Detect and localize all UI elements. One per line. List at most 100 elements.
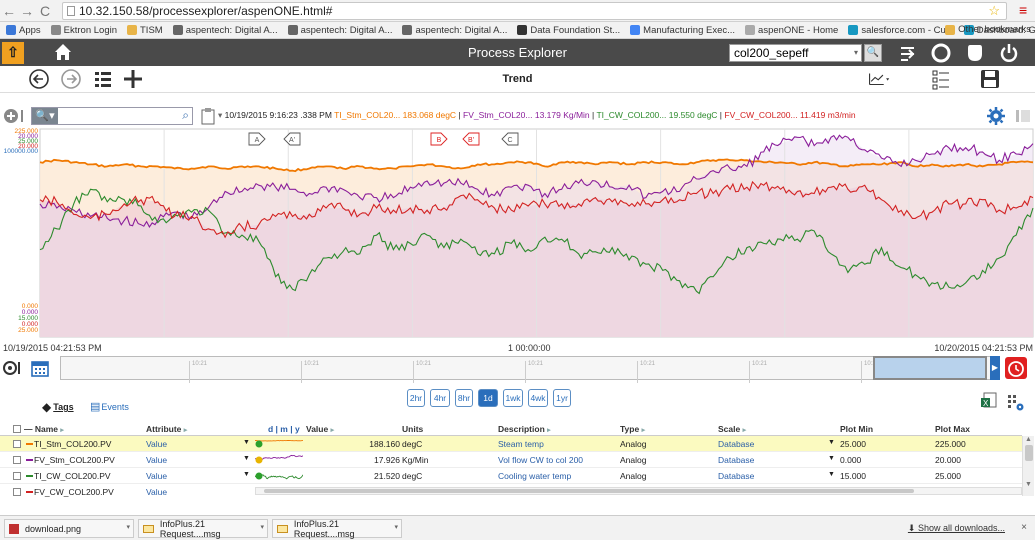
- header-plot-min[interactable]: Plot Min: [840, 424, 873, 434]
- tab-tags[interactable]: ◆ Tags: [42, 400, 74, 414]
- timeline-right-arrow[interactable]: ▶: [990, 356, 1000, 380]
- download-item[interactable]: InfoPlus.21 Request....msg ▾: [138, 519, 268, 539]
- live-mode-icon[interactable]: [2, 359, 22, 377]
- chevron-down-icon[interactable]: ▼: [243, 471, 250, 478]
- excel-export-icon[interactable]: X: [980, 392, 998, 410]
- row-description[interactable]: Steam temp: [498, 439, 544, 449]
- trend-chart[interactable]: 225.000 20.000 25.000 20.000 100000.000 0.000…: [0, 125, 1035, 340]
- header-description[interactable]: Description ▸: [498, 424, 551, 434]
- add-icon[interactable]: [122, 68, 144, 90]
- bookmark-item[interactable]: salesforce.com - Cu...: [848, 25, 954, 36]
- trace-color-swatch[interactable]: [26, 475, 33, 477]
- row-scale[interactable]: Database: [718, 471, 754, 481]
- browser-menu-icon[interactable]: ≡: [1019, 2, 1033, 18]
- row-checkbox[interactable]: [13, 472, 21, 480]
- bookmark-item[interactable]: aspentech: Digital A...: [287, 25, 392, 36]
- tag-search-select[interactable]: col200_sepeff ▾: [729, 44, 862, 62]
- row-attribute[interactable]: Value: [146, 439, 167, 449]
- address-bar[interactable]: 10.32.150.58/processexplorer/aspenONE.ht…: [62, 2, 1007, 20]
- user-icon[interactable]: [964, 42, 986, 64]
- chevron-down-icon[interactable]: ▾: [126, 523, 130, 531]
- bookmark-item[interactable]: TISM: [127, 25, 163, 36]
- chart-type-icon[interactable]: [868, 68, 890, 90]
- chevron-down-icon[interactable]: ▾: [260, 523, 264, 531]
- header-name[interactable]: — Name ▸: [24, 424, 64, 434]
- bookmark-item[interactable]: aspentech: Digital A...: [402, 25, 507, 36]
- logout-arrow-icon[interactable]: [897, 42, 919, 64]
- download-item[interactable]: download.png ▾: [4, 519, 134, 538]
- column-settings-icon[interactable]: [1006, 392, 1026, 412]
- add-trace-icon[interactable]: [2, 107, 28, 125]
- bookmark-item[interactable]: aspenONE - Home: [745, 25, 838, 36]
- header-type[interactable]: Type ▸: [620, 424, 645, 434]
- search-icon[interactable]: ⌕: [182, 108, 189, 123]
- legend-entry[interactable]: TI_CW_COL200... 19.550 degC: [596, 110, 717, 120]
- scroll-thumb[interactable]: [1024, 445, 1033, 461]
- help-lifebuoy-icon[interactable]: [930, 42, 952, 64]
- header-dmy[interactable]: d | m | y: [268, 424, 300, 434]
- trace-color-swatch[interactable]: [26, 491, 33, 493]
- legend-entry[interactable]: FV_CW_COL200... 11.419 m3/min: [724, 110, 855, 120]
- trace-color-swatch[interactable]: [26, 459, 33, 461]
- bookmark-item[interactable]: Manufacturing Exec...: [630, 25, 735, 36]
- chevron-down-icon[interactable]: ▼: [828, 455, 835, 462]
- chevron-down-icon[interactable]: ▼: [243, 455, 250, 462]
- back-arrow-icon[interactable]: ←: [0, 3, 18, 19]
- table-row[interactable]: TI_Stm_COL200.PV Value degC Steam temp Analo…: [0, 436, 1022, 452]
- row-attribute[interactable]: Value: [146, 471, 167, 481]
- header-attribute[interactable]: Attribute ▸: [146, 424, 187, 434]
- settings-gear-icon[interactable]: [986, 106, 1006, 126]
- search-icon[interactable]: 🔍: [864, 44, 882, 62]
- header-units[interactable]: Units: [402, 424, 423, 434]
- table-row[interactable]: FV_Stm_COL200.PV Value Kg/Min Vol flow CW t…: [0, 452, 1022, 468]
- row-scale[interactable]: Database: [718, 455, 754, 465]
- chevron-down-icon[interactable]: ▾: [394, 523, 398, 531]
- close-downloads-icon[interactable]: ×: [1021, 522, 1027, 533]
- panel-toggle-icon[interactable]: [1014, 108, 1032, 124]
- table-row[interactable]: TI_CW_COL200.PV Value degC Cooling water te…: [0, 468, 1022, 484]
- row-attribute[interactable]: Value: [146, 487, 167, 497]
- row-description[interactable]: Cooling water temp: [498, 471, 571, 481]
- scroll-down-icon[interactable]: ▼: [1023, 481, 1034, 488]
- reload-icon[interactable]: C: [36, 3, 54, 19]
- list-icon[interactable]: [92, 68, 114, 90]
- chevron-down-icon[interactable]: ▼: [828, 439, 835, 446]
- chevron-down-icon[interactable]: ▼: [243, 439, 250, 446]
- timeline-track[interactable]: 10:21 10:21 10:21 10:21 10:21 10:21 10:21: [60, 356, 1000, 383]
- row-attribute[interactable]: Value: [146, 455, 167, 465]
- row-description[interactable]: Vol flow CW to col 200: [498, 455, 583, 465]
- scroll-thumb[interactable]: [264, 489, 914, 493]
- bookmark-item[interactable]: Apps: [6, 25, 41, 36]
- other-bookmarks[interactable]: Other bookmarks: [945, 24, 1031, 35]
- trace-color-swatch[interactable]: [26, 443, 33, 445]
- bookmark-item[interactable]: Data Foundation St...: [517, 25, 620, 36]
- select-all-checkbox[interactable]: [13, 425, 21, 433]
- save-icon[interactable]: [979, 68, 1001, 90]
- tab-events[interactable]: ▤ Events: [90, 400, 129, 413]
- header-scale[interactable]: Scale ▸: [718, 424, 746, 434]
- bookmark-item[interactable]: Ektron Login: [50, 25, 117, 36]
- chevron-down-icon[interactable]: ▼: [828, 471, 835, 478]
- clipboard-icon[interactable]: [200, 107, 216, 125]
- chevron-down-icon[interactable]: ▾: [218, 110, 225, 120]
- download-item[interactable]: InfoPlus.21 Request....msg ▾: [272, 519, 402, 539]
- header-plot-max[interactable]: Plot Max: [935, 424, 970, 434]
- timeline-selection-window[interactable]: [873, 356, 987, 380]
- row-scale[interactable]: Database: [718, 439, 754, 449]
- clock-alarm-icon[interactable]: [1005, 357, 1027, 379]
- upload-icon[interactable]: ⇧: [2, 41, 24, 64]
- bookmark-star-icon[interactable]: ☆: [988, 3, 1000, 19]
- bookmark-item[interactable]: aspentech: Digital A...: [172, 25, 278, 36]
- table-horizontal-scrollbar[interactable]: [255, 487, 1022, 495]
- home-icon[interactable]: [52, 41, 74, 63]
- checklist-icon[interactable]: [930, 68, 952, 90]
- calendar-icon[interactable]: [30, 358, 50, 378]
- show-all-downloads-link[interactable]: ⬇ Show all downloads...: [908, 523, 1005, 534]
- scroll-up-icon[interactable]: ▲: [1023, 436, 1034, 443]
- forward-arrow-icon[interactable]: →: [18, 3, 36, 19]
- search-dropdown-icon[interactable]: 🔍▾: [32, 108, 58, 124]
- legend-entry[interactable]: TI_Stm_COL20... 183.068 degC: [334, 110, 456, 120]
- trend-chart-svg[interactable]: 225.00020.00025.00020.000100000.0000.000…: [0, 125, 1035, 340]
- header-value[interactable]: Value ▸: [306, 424, 334, 434]
- row-checkbox[interactable]: [13, 440, 21, 448]
